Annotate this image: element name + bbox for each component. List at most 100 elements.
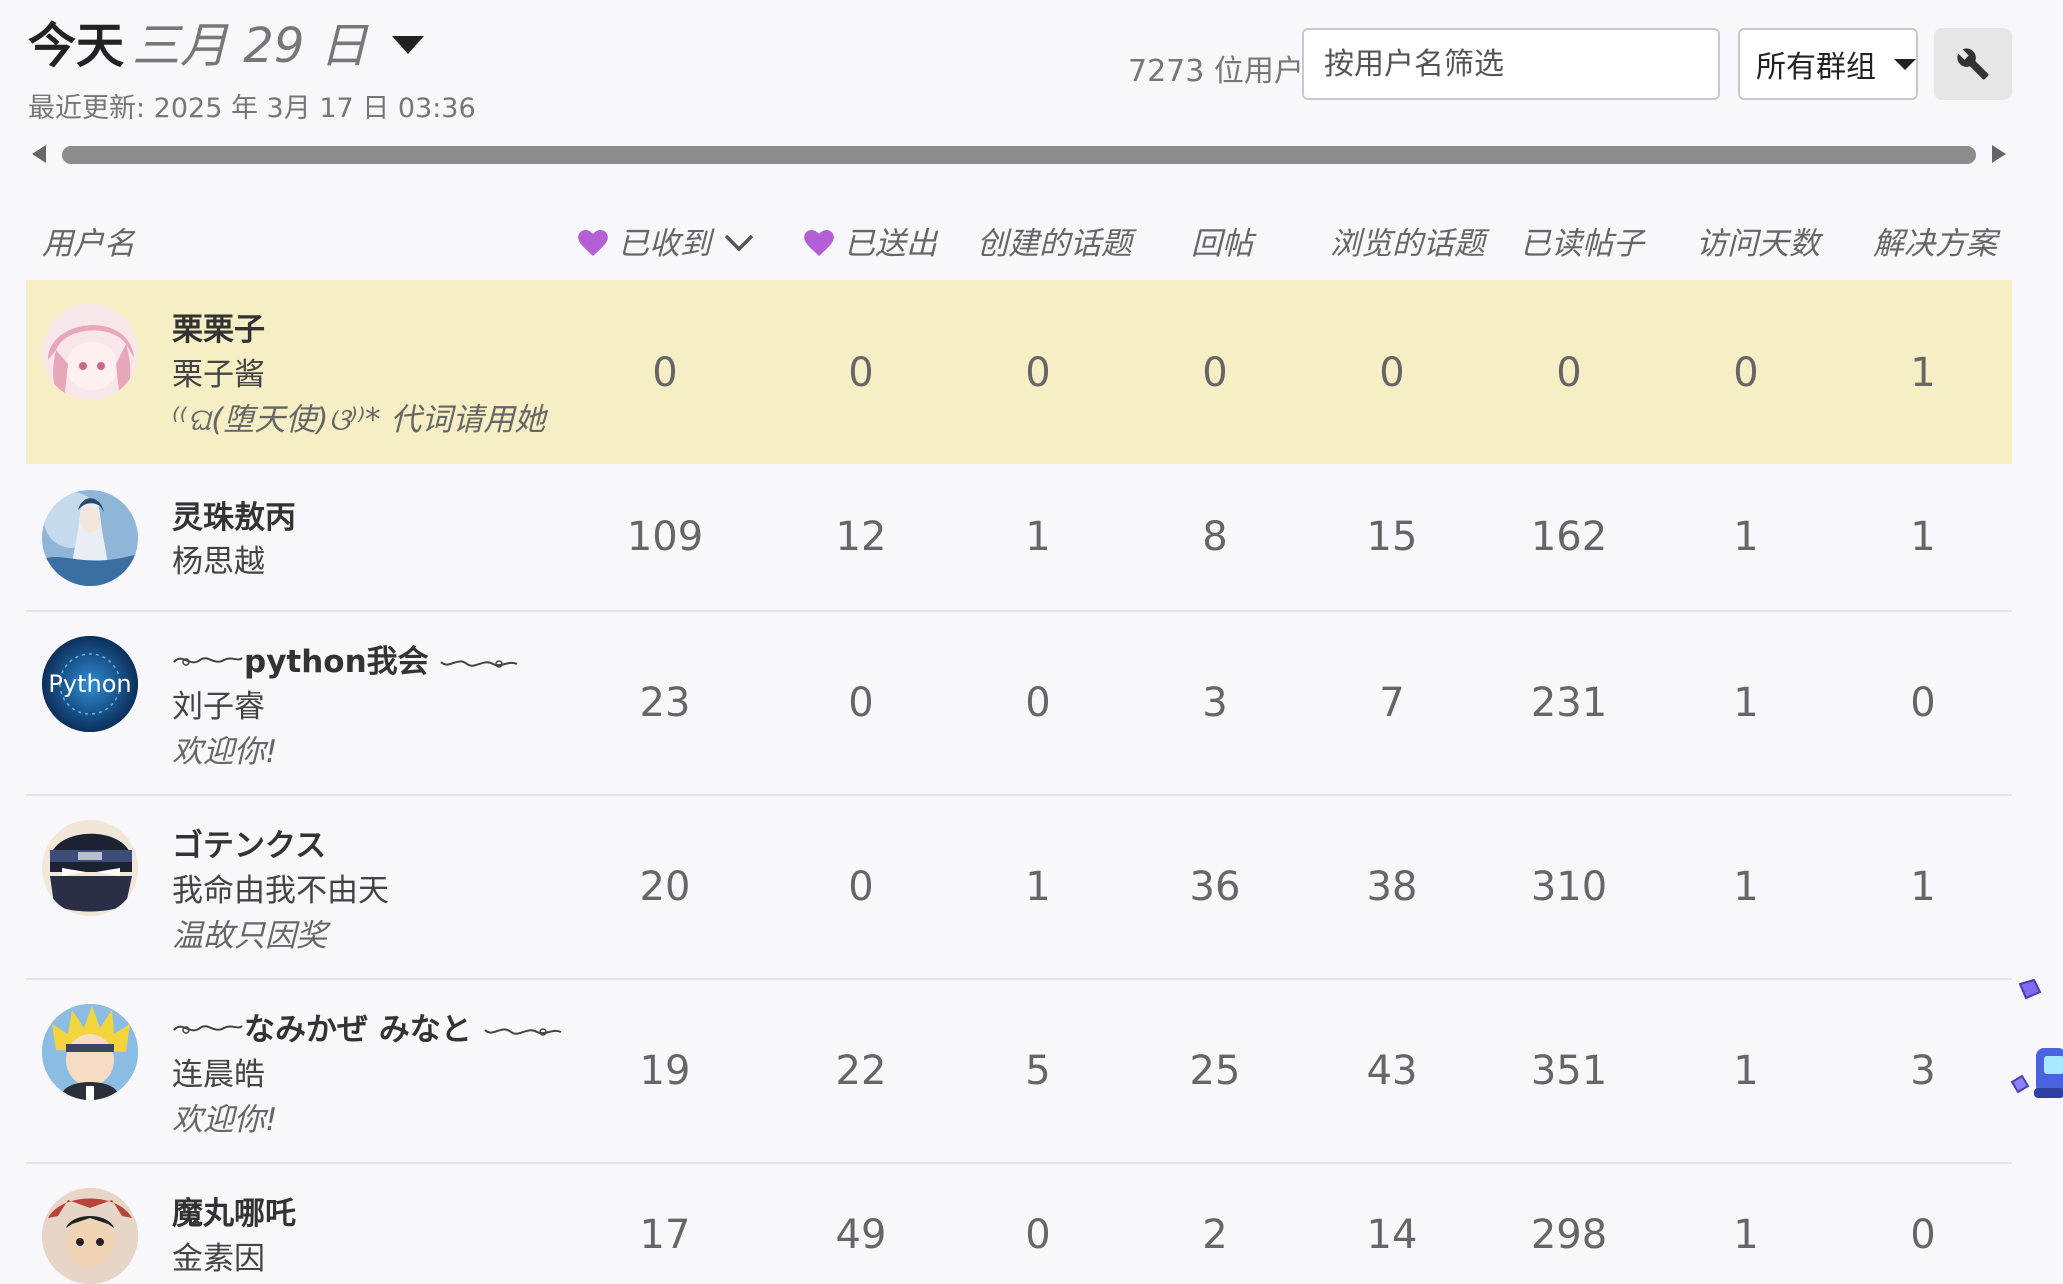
row-username[interactable]: 栗栗子 — [172, 304, 265, 349]
row-name: 连晨皓 — [172, 1057, 265, 1093]
row-username-text: python我会 — [244, 644, 429, 680]
cell-likes-received: 17 — [639, 1212, 691, 1258]
cell-topics-created: 0 — [1025, 680, 1051, 726]
row-name: 杨思越 — [172, 544, 265, 580]
column-header-solutions[interactable]: 解决方案 — [1873, 218, 1997, 263]
cell-posts-read: 351 — [1530, 1048, 1608, 1094]
cell-posts-read: 162 — [1530, 514, 1608, 560]
cell-likes-given: 49 — [835, 1212, 887, 1258]
cell-replies: 36 — [1189, 864, 1241, 910]
cell-likes-received: 23 — [639, 680, 691, 726]
scroll-right-arrow-icon[interactable] — [1992, 145, 2006, 163]
avatar[interactable] — [42, 1188, 138, 1284]
row-title: 欢迎你! — [172, 1102, 278, 1138]
cell-posts-read: 310 — [1530, 864, 1608, 910]
cell-days-visited: 0 — [1733, 350, 1759, 396]
last-updated: 最近更新: 2025 年 3月 17 日 03:36 — [28, 93, 476, 124]
wrench-icon — [1957, 48, 1989, 80]
row-name: 刘子睿 — [172, 689, 265, 725]
cell-days-visited: 1 — [1733, 680, 1759, 726]
avatar[interactable] — [42, 1004, 138, 1100]
chevron-down-icon — [724, 234, 754, 251]
avatar[interactable] — [42, 490, 138, 586]
cell-likes-received: 109 — [626, 514, 704, 560]
avatar[interactable]: Python — [42, 636, 138, 732]
row-username[interactable]: ゴテンクス — [172, 820, 326, 865]
cell-topics-viewed: 0 — [1379, 350, 1405, 396]
settings-button[interactable] — [1934, 28, 2012, 100]
period-date: 三月 29 日 — [132, 18, 368, 74]
heart-icon — [804, 229, 834, 256]
column-header-likes-given[interactable]: 已送出 — [804, 218, 937, 263]
floating-mascot-widget[interactable] — [2010, 978, 2063, 1128]
cell-likes-given: 0 — [848, 350, 874, 396]
cell-likes-given: 22 — [835, 1048, 887, 1094]
cell-solutions: 1 — [1910, 864, 1936, 910]
cell-solutions: 1 — [1910, 350, 1936, 396]
row-name: 我命由我不由天 — [172, 873, 389, 909]
page-title: 今天 三月 29 日 — [28, 6, 424, 76]
period-dropdown-caret-icon[interactable] — [391, 36, 424, 54]
cell-days-visited: 1 — [1733, 1212, 1759, 1258]
column-header-days-visited[interactable]: 访问天数 — [1696, 218, 1820, 263]
column-header-topics-created[interactable]: 创建的话题 — [977, 218, 1132, 263]
column-header-username[interactable]: 用户名 — [42, 218, 135, 263]
cell-days-visited: 1 — [1733, 864, 1759, 910]
cell-days-visited: 1 — [1733, 514, 1759, 560]
cell-likes-given: 0 — [848, 864, 874, 910]
cell-replies: 0 — [1202, 350, 1228, 396]
mascot-icon — [2010, 978, 2063, 1098]
cell-likes-received: 19 — [639, 1048, 691, 1094]
cell-replies: 8 — [1202, 514, 1228, 560]
cell-topics-created: 5 — [1025, 1048, 1051, 1094]
cell-likes-received: 0 — [652, 350, 678, 396]
cell-solutions: 0 — [1910, 680, 1936, 726]
cell-replies: 3 — [1202, 680, 1228, 726]
row-username[interactable]: なみかぜ みなと — [172, 1004, 563, 1049]
ornament-icon — [483, 1027, 562, 1036]
cell-topics-created: 0 — [1025, 350, 1051, 396]
cell-topics-viewed: 7 — [1379, 680, 1405, 726]
cell-replies: 25 — [1189, 1048, 1241, 1094]
row-title: ⁽⁽ଘ(堕天使)ଓ⁾⁾* 代词请用她 — [172, 402, 546, 438]
group-select-label: 所有群组 — [1756, 50, 1876, 85]
column-header-topics-viewed[interactable]: 浏览的话题 — [1330, 218, 1485, 263]
column-header-replies[interactable]: 回帖 — [1191, 218, 1253, 263]
row-username[interactable]: python我会 — [172, 636, 519, 681]
cell-topics-created: 0 — [1025, 1212, 1051, 1258]
column-header-likes-received[interactable]: 已收到 — [578, 218, 755, 263]
cell-posts-read: 0 — [1556, 350, 1582, 396]
horizontal-scrollbar[interactable] — [62, 146, 1976, 164]
avatar-text: Python — [48, 670, 131, 698]
scroll-left-arrow-icon[interactable] — [32, 145, 46, 163]
cell-days-visited: 1 — [1733, 1048, 1759, 1094]
cell-likes-given: 0 — [848, 680, 874, 726]
cell-posts-read: 231 — [1530, 680, 1608, 726]
cell-likes-received: 20 — [639, 864, 691, 910]
heart-icon — [578, 229, 608, 256]
column-header-posts-read[interactable]: 已读帖子 — [1520, 218, 1644, 263]
cell-solutions: 3 — [1910, 1048, 1936, 1094]
cell-solutions: 1 — [1910, 514, 1936, 560]
likes-given-label: 已送出 — [844, 226, 937, 262]
cell-topics-viewed: 15 — [1366, 514, 1418, 560]
username-filter-input[interactable] — [1302, 28, 1720, 100]
period-label: 今天 — [28, 18, 125, 74]
cell-topics-viewed: 43 — [1366, 1048, 1418, 1094]
row-username[interactable]: 魔丸哪吒 — [172, 1188, 296, 1233]
row-username[interactable]: 灵珠敖丙 — [172, 492, 296, 537]
row-username-text: なみかぜ みなと — [244, 1012, 472, 1048]
avatar[interactable] — [42, 304, 138, 400]
cell-topics-created: 1 — [1025, 864, 1051, 910]
cell-likes-given: 12 — [835, 514, 887, 560]
row-title: 欢迎你! — [172, 734, 278, 770]
group-select[interactable]: 所有群组 — [1738, 28, 1918, 100]
row-name: 栗子酱 — [172, 357, 265, 393]
likes-received-label: 已收到 — [618, 226, 711, 262]
ornament-icon — [173, 657, 243, 666]
ornament-icon — [440, 659, 518, 668]
cell-topics-viewed: 14 — [1366, 1212, 1418, 1258]
avatar[interactable] — [42, 820, 138, 916]
cell-posts-read: 298 — [1530, 1212, 1608, 1258]
row-title: 温故只因奖 — [172, 918, 327, 954]
